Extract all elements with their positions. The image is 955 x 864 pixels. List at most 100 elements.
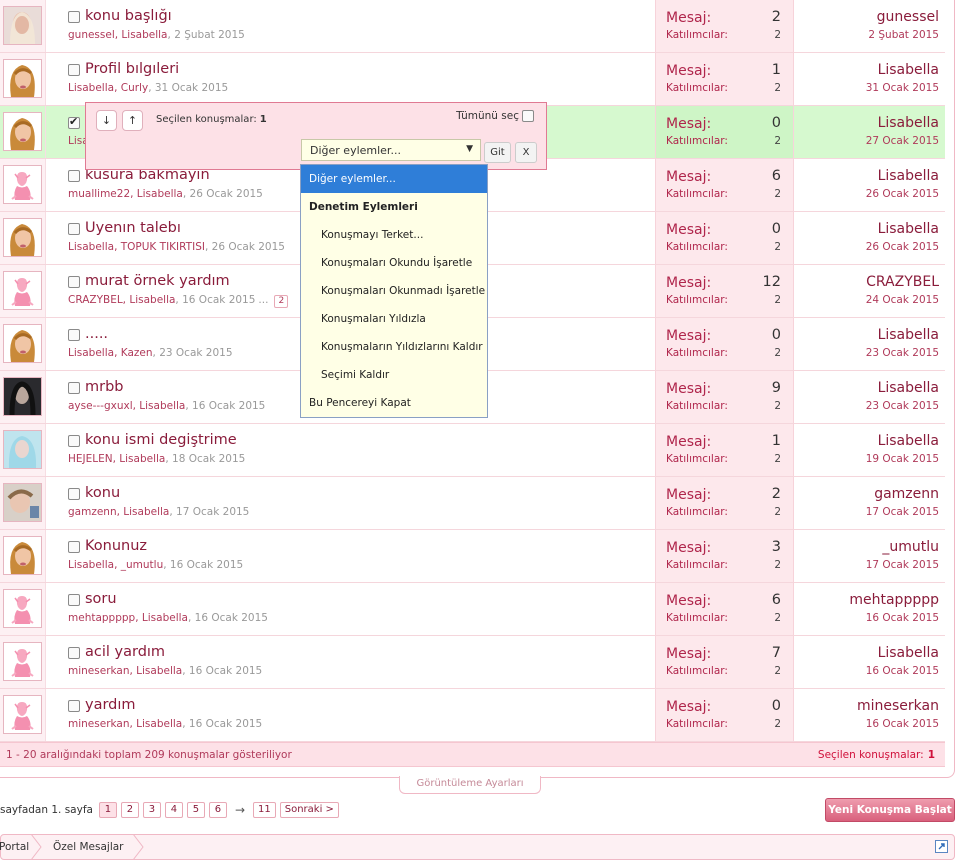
close-popup-button[interactable]: X [515,142,537,163]
last-message-user[interactable]: Lisabella [878,433,939,449]
participants[interactable]: gunessel, Lisabella [68,29,168,41]
row-checkbox[interactable] [68,223,80,235]
conversation-title[interactable]: konu ismi degiştrime [85,432,237,448]
breadcrumb-portal[interactable]: Portal [0,841,29,853]
conversation-title[interactable]: Uyenın talebı [85,220,181,236]
avatar[interactable] [3,6,42,45]
avatar[interactable] [3,218,42,257]
last-message-user[interactable]: Lisabella [878,221,939,237]
avatar[interactable] [3,59,42,98]
conversation-title[interactable]: acil yardım [85,644,165,660]
expand-icon[interactable] [935,840,948,853]
participants[interactable]: mineserkan, Lisabella [68,718,182,730]
go-button[interactable]: Git [484,142,511,163]
conversation-title[interactable]: yardım [85,697,136,713]
avatar[interactable] [3,483,42,522]
page-link[interactable]: 3 [142,802,161,818]
dropdown-option[interactable]: Konuşmayı Terket... [301,221,487,249]
conversation-row[interactable]: Profil bılgıleri Lisabella, Curly, 31 Oca… [0,53,945,106]
dropdown-option[interactable]: Konuşmaların Yıldızlarını Kaldır [301,333,487,361]
next-page-button[interactable]: Sonraki > [279,802,339,818]
conversation-title[interactable]: konu [85,485,120,501]
participants[interactable]: mineserkan, Lisabella [68,665,182,677]
view-settings-tab[interactable]: Görüntüleme Ayarları [399,776,541,794]
last-message-user[interactable]: Lisabella [878,115,939,131]
row-checkbox[interactable] [68,64,80,76]
last-page-link[interactable]: 11 [253,802,276,818]
select-all-checkbox[interactable] [522,110,534,122]
conversation-row[interactable]: soru mehtappppp, Lisabella, 16 Ocak 2015 M… [0,583,945,636]
last-message-user[interactable]: Lisabella [878,645,939,661]
page-link[interactable]: 6 [208,802,227,818]
select-all[interactable]: Tümünü seç [456,110,534,122]
conversation-title[interactable]: konu başlığı [85,8,172,24]
last-message-user[interactable]: Lisabella [878,168,939,184]
dropdown-option[interactable]: Konuşmaları Okunmadı İşaretle [301,277,487,305]
last-message-user[interactable]: mehtappppp [849,592,939,608]
participants[interactable]: CRAZYBEL, Lisabella [68,294,175,306]
conversation-title[interactable]: murat örnek yardım [85,273,230,289]
conversation-row[interactable]: konu ismi degiştrime HEJELEN, Lisabella, … [0,424,945,477]
last-message-user[interactable]: CRAZYBEL [866,274,939,290]
page-link[interactable]: 1 [98,802,117,818]
conversation-title[interactable]: Konunuz [85,538,147,554]
conversation-title[interactable]: mrbb [85,379,124,395]
row-checkbox[interactable] [68,647,80,659]
dropdown-option[interactable]: Diğer eylemler... [301,165,487,193]
row-checkbox[interactable] [68,382,80,394]
participants[interactable]: ayse---gxuxl, Lisabella [68,400,185,412]
new-conversation-button[interactable]: Yeni Konuşma Başlat [825,798,955,822]
row-checkbox[interactable] [68,435,80,447]
avatar[interactable] [3,536,42,575]
last-message-date[interactable]: 23 Ocak 2015 [866,347,939,359]
breadcrumb-private-messages[interactable]: Özel Mesajlar [53,841,124,853]
avatar[interactable] [3,112,42,151]
actions-select[interactable]: Diğer eylemler... ▼ [301,139,481,161]
conversation-row[interactable]: yardım mineserkan, Lisabella, 16 Ocak 201… [0,689,945,742]
last-message-user[interactable]: gamzenn [874,486,939,502]
last-message-user[interactable]: Lisabella [878,62,939,78]
last-message-user[interactable]: Lisabella [878,380,939,396]
move-up-button[interactable]: ↑ [122,110,143,131]
row-checkbox[interactable] [68,276,80,288]
page-link[interactable]: 2 [120,802,139,818]
row-checkbox[interactable] [68,541,80,553]
last-message-user[interactable]: Lisabella [878,327,939,343]
participants[interactable]: Lisabella, Curly [68,82,148,94]
conversation-title[interactable]: ..... [85,326,108,342]
dropdown-option[interactable]: Konuşmaları Okundu İşaretle [301,249,487,277]
last-message-date[interactable]: 19 Ocak 2015 [866,453,939,465]
avatar[interactable] [3,589,42,628]
page-link[interactable]: 5 [186,802,205,818]
dropdown-option[interactable]: Seçimi Kaldır [301,361,487,389]
last-message-date[interactable]: 24 Ocak 2015 [866,294,939,306]
move-down-button[interactable]: ↓ [96,110,117,131]
row-checkbox[interactable] [68,11,80,23]
last-message-date[interactable]: 16 Ocak 2015 [866,612,939,624]
participants[interactable]: gamzenn, Lisabella [68,506,169,518]
dropdown-option[interactable]: Bu Pencereyi Kapat [301,389,487,417]
participants[interactable]: Lisabella, TOPUK TIKIRTISI [68,241,205,253]
avatar[interactable] [3,324,42,363]
conversation-row[interactable]: acil yardım mineserkan, Lisabella, 16 Oca… [0,636,945,689]
participants[interactable]: muallime22, Lisabella [68,188,183,200]
last-message-date[interactable]: 27 Ocak 2015 [866,135,939,147]
participants[interactable]: mehtappppp, Lisabella [68,612,188,624]
conversation-row[interactable]: konu gamzenn, Lisabella, 17 Ocak 2015 Mesa… [0,477,945,530]
avatar[interactable] [3,430,42,469]
last-message-user[interactable]: gunessel [877,9,939,25]
page-link[interactable]: 4 [164,802,183,818]
last-message-date[interactable]: 2 Şubat 2015 [868,29,939,41]
last-message-date[interactable]: 16 Ocak 2015 [866,718,939,730]
avatar[interactable] [3,642,42,681]
conversation-row[interactable]: Konunuz Lisabella, _umutlu, 16 Ocak 2015 M… [0,530,945,583]
avatar[interactable] [3,165,42,204]
participants[interactable]: Lisabella, _umutlu [68,559,163,571]
last-message-date[interactable]: 23 Ocak 2015 [866,400,939,412]
participants[interactable]: HEJELEN, Lisabella [68,453,165,465]
conversation-title[interactable]: soru [85,591,117,607]
avatar[interactable] [3,271,42,310]
conversation-row[interactable]: konu başlığı gunessel, Lisabella, 2 Şubat… [0,0,945,53]
last-message-user[interactable]: _umutlu [882,539,939,555]
avatar[interactable] [3,377,42,416]
